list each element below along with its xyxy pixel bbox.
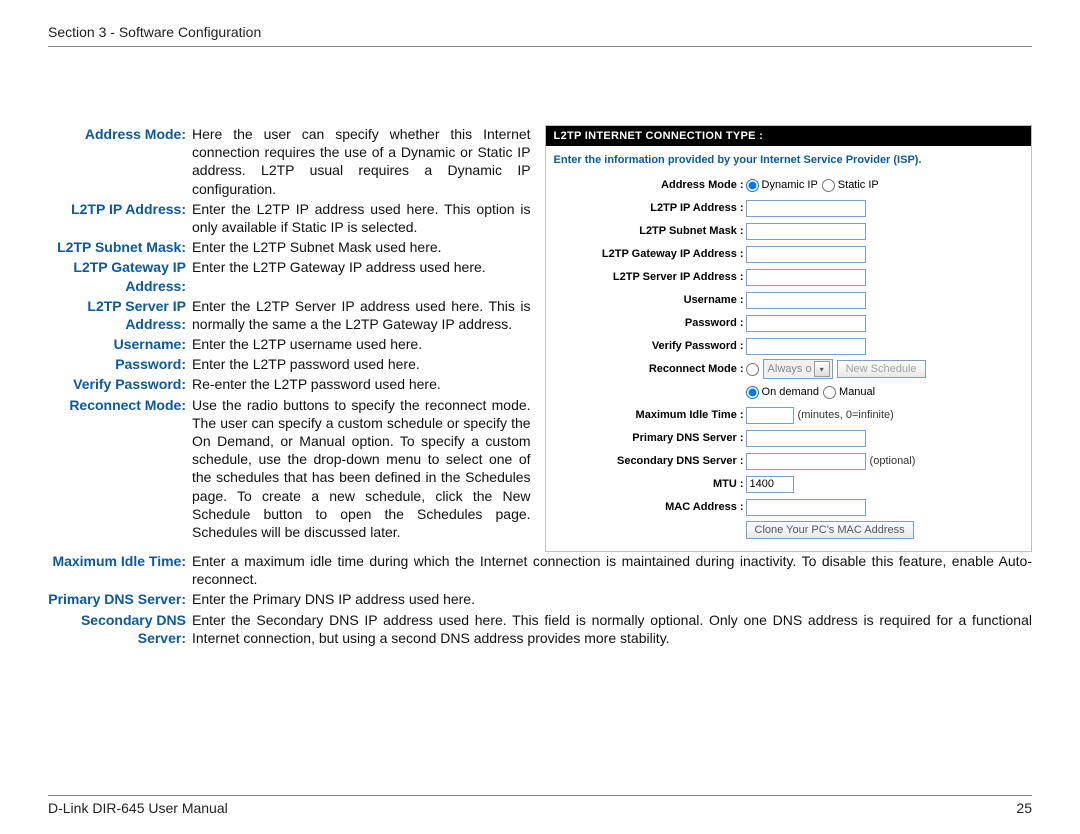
page-footer: D-Link DIR-645 User Manual 25 [48,795,1032,816]
def-desc: Re-enter the L2TP password used here. [192,375,531,393]
def-label: Address Mode: [48,125,192,198]
address-mode-label: Address Mode : [554,179,746,191]
reconnect-ondemand[interactable]: On demand [746,386,819,399]
gateway-label: L2TP Gateway IP Address : [554,248,746,260]
dynamic-radio[interactable] [746,179,759,192]
chevron-down-icon: ▾ [814,361,830,377]
definitions-left: Address Mode:Here the user can specify w… [48,125,531,552]
mtu-label: MTU : [554,478,746,490]
schedule-dropdown[interactable]: Always o▾ [763,359,833,379]
new-schedule-button[interactable]: New Schedule [837,360,926,378]
def-desc: Enter the L2TP Subnet Mask used here. [192,238,531,256]
panel-title: L2TP INTERNET CONNECTION TYPE : [546,126,1031,146]
ondemand-radio[interactable] [746,386,759,399]
idle-hint: (minutes, 0=infinite) [798,409,894,421]
def-desc: Enter the L2TP username used here. [192,335,531,353]
reconnect-schedule-radio[interactable] [746,363,759,376]
gateway-input[interactable] [746,246,866,263]
password-label: Password : [554,317,746,329]
verify-input[interactable] [746,338,866,355]
l2tp-ip-label: L2TP IP Address : [554,202,746,214]
mac-label: MAC Address : [554,501,746,513]
dynamic-label: Dynamic IP [762,179,818,191]
serverip-input[interactable] [746,269,866,286]
dns1-input[interactable] [746,430,866,447]
def-desc: Enter the L2TP password used here. [192,355,531,373]
username-input[interactable] [746,292,866,309]
def-desc: Use the radio buttons to specify the rec… [192,396,531,542]
section-header: Section 3 - Software Configuration [48,24,1032,47]
def-label: Secondary DNS Server: [48,611,192,647]
password-input[interactable] [746,315,866,332]
def-label: Primary DNS Server: [48,590,192,608]
address-mode-static[interactable]: Static IP [822,179,879,192]
manual-label: Manual [839,386,875,398]
footer-page-number: 25 [1016,800,1032,816]
def-desc: Here the user can specify whether this I… [192,125,531,198]
dns1-label: Primary DNS Server : [554,432,746,444]
dns2-input[interactable] [746,453,866,470]
def-desc: Enter the Secondary DNS IP address used … [192,611,1032,647]
verify-label: Verify Password : [554,340,746,352]
def-label: L2TP Gateway IP Address: [48,258,192,294]
reconnect-manual[interactable]: Manual [823,386,875,399]
mac-input[interactable] [746,499,866,516]
subnet-label: L2TP Subnet Mask : [554,225,746,237]
subnet-input[interactable] [746,223,866,240]
def-label: Verify Password: [48,375,192,393]
def-label: Password: [48,355,192,373]
schedule-radio[interactable] [746,363,759,376]
def-desc: Enter the L2TP Gateway IP address used h… [192,258,531,294]
definitions-wide: Maximum Idle Time:Enter a maximum idle t… [48,552,1032,647]
schedule-dropdown-label: Always o [768,363,812,375]
def-desc: Enter the L2TP IP address used here. Thi… [192,200,531,236]
def-label: Reconnect Mode: [48,396,192,542]
dns2-label: Secondary DNS Server : [554,455,746,467]
l2tp-ip-input[interactable] [746,200,866,217]
idle-input[interactable] [746,407,794,424]
idle-label: Maximum Idle Time : [554,409,746,421]
def-label: Maximum Idle Time: [48,552,192,588]
serverip-label: L2TP Server IP Address : [554,271,746,283]
static-radio[interactable] [822,179,835,192]
def-label: Username: [48,335,192,353]
def-desc: Enter the Primary DNS IP address used he… [192,590,1032,608]
username-label: Username : [554,294,746,306]
def-label: L2TP Server IP Address: [48,297,192,333]
static-label: Static IP [838,179,879,191]
def-desc: Enter a maximum idle time during which t… [192,552,1032,588]
dns2-hint: (optional) [870,455,916,467]
def-label: L2TP IP Address: [48,200,192,236]
def-label: L2TP Subnet Mask: [48,238,192,256]
footer-left: D-Link DIR-645 User Manual [48,800,228,816]
manual-radio[interactable] [823,386,836,399]
mtu-input[interactable] [746,476,794,493]
settings-panel: L2TP INTERNET CONNECTION TYPE : Enter th… [545,125,1032,552]
clone-mac-button[interactable]: Clone Your PC's MAC Address [746,521,914,539]
reconnect-label: Reconnect Mode : [554,363,746,375]
panel-info: Enter the information provided by your I… [546,146,1031,172]
address-mode-dynamic[interactable]: Dynamic IP [746,179,818,192]
def-desc: Enter the L2TP Server IP address used he… [192,297,531,333]
ondemand-label: On demand [762,386,819,398]
